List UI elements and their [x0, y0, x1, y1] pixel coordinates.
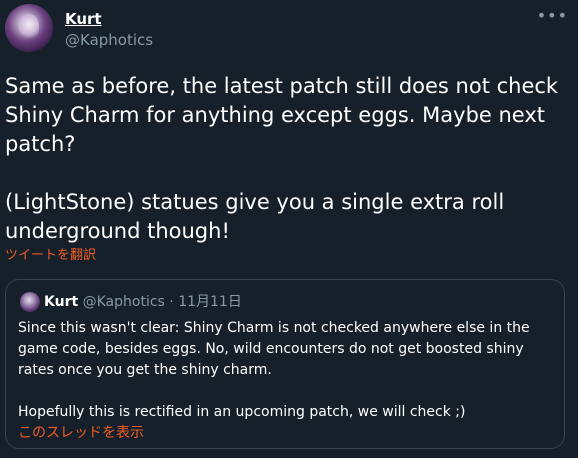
- quoted-paragraph: Since this wasn't clear: Shiny Charm is …: [18, 320, 530, 378]
- quoted-tweet-text: Since this wasn't clear: Shiny Charm is …: [18, 318, 552, 423]
- quoted-author-name: Kurt: [44, 294, 79, 310]
- tweet-paragraph: (LightStone) statues give you a single e…: [5, 190, 505, 243]
- show-thread-link[interactable]: このスレッドを表示: [18, 424, 144, 442]
- author-handle[interactable]: @Kaphotics: [65, 30, 153, 50]
- translate-tweet-link[interactable]: ツイートを翻訳: [5, 248, 96, 264]
- quoted-author-handle: @Kaphotics: [82, 294, 165, 310]
- tweet: Kurt @Kaphotics ••• Same as before, the …: [0, 0, 578, 458]
- quoted-tweet[interactable]: Kurt @Kaphotics · 11月11日 Since this wasn…: [5, 279, 565, 449]
- author-name[interactable]: Kurt: [65, 9, 102, 29]
- quoted-tweet-date: 11月11日: [178, 294, 242, 310]
- more-options-icon[interactable]: •••: [537, 8, 568, 24]
- tweet-paragraph: Same as before, the latest patch still d…: [5, 74, 559, 156]
- author-avatar[interactable]: [5, 4, 53, 52]
- header-separator: ·: [169, 294, 174, 310]
- quoted-paragraph: Hopefully this is rectified in an upcomi…: [18, 404, 466, 420]
- quoted-author-avatar: [20, 292, 40, 312]
- tweet-text: Same as before, the latest patch still d…: [5, 72, 571, 246]
- quoted-tweet-header: Kurt @Kaphotics · 11月11日: [44, 292, 242, 312]
